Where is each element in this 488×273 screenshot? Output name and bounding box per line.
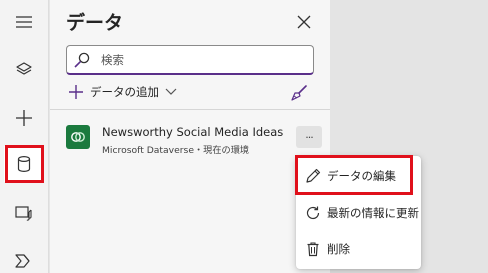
chevron-down-icon xyxy=(165,88,177,95)
trash-icon xyxy=(304,240,322,258)
pencil-icon xyxy=(304,167,322,185)
power-automate-button[interactable] xyxy=(4,243,44,273)
close-icon xyxy=(297,15,311,29)
hamburger-menu-icon xyxy=(16,16,32,28)
data-source-name: Newsworthy Social Media Ideas xyxy=(102,125,284,139)
menu-label-refresh: 最新の情報に更新 xyxy=(327,206,419,220)
data-source-item[interactable]: Newsworthy Social Media Ideas Microsoft … xyxy=(50,116,330,162)
plus-icon xyxy=(16,110,32,126)
power-automate-icon xyxy=(15,254,30,268)
left-rail xyxy=(0,0,49,273)
data-source-subtitle: Microsoft Dataverse・現在の環境 xyxy=(102,145,250,156)
refresh-icon xyxy=(304,204,322,222)
add-data-button[interactable]: データの追加 xyxy=(68,82,177,102)
search-icon xyxy=(74,52,90,68)
tree-view-button[interactable] xyxy=(4,52,44,88)
plus-icon xyxy=(69,85,83,99)
database-icon xyxy=(17,155,31,173)
dataverse-icon xyxy=(66,125,90,149)
panel-title: データ xyxy=(66,12,124,34)
menu-item-edit-data[interactable]: データの編集 xyxy=(296,158,421,194)
search-box[interactable] xyxy=(66,45,314,75)
add-data-label: データの追加 xyxy=(90,85,159,99)
brush-icon xyxy=(291,85,307,101)
data-panel: データ データの追加 xyxy=(50,0,330,273)
format-brush-button[interactable] xyxy=(290,84,308,102)
divider xyxy=(50,109,330,110)
menu-item-refresh[interactable]: 最新の情報に更新 xyxy=(296,195,421,231)
more-options-button[interactable]: ··· xyxy=(296,126,322,148)
context-menu: データの編集 最新の情報に更新 削除 xyxy=(296,156,421,269)
layers-icon xyxy=(16,62,32,75)
menu-item-delete[interactable]: 削除 xyxy=(296,231,421,267)
insert-button[interactable] xyxy=(4,100,44,136)
menu-label-delete: 削除 xyxy=(327,242,350,256)
hamburger-menu-button[interactable] xyxy=(4,4,44,40)
media-icon xyxy=(15,206,32,221)
media-button[interactable] xyxy=(4,195,44,231)
search-input[interactable] xyxy=(101,50,301,70)
data-button[interactable] xyxy=(4,146,44,182)
close-button[interactable] xyxy=(292,10,316,34)
menu-label-edit-data: データの編集 xyxy=(327,169,396,183)
